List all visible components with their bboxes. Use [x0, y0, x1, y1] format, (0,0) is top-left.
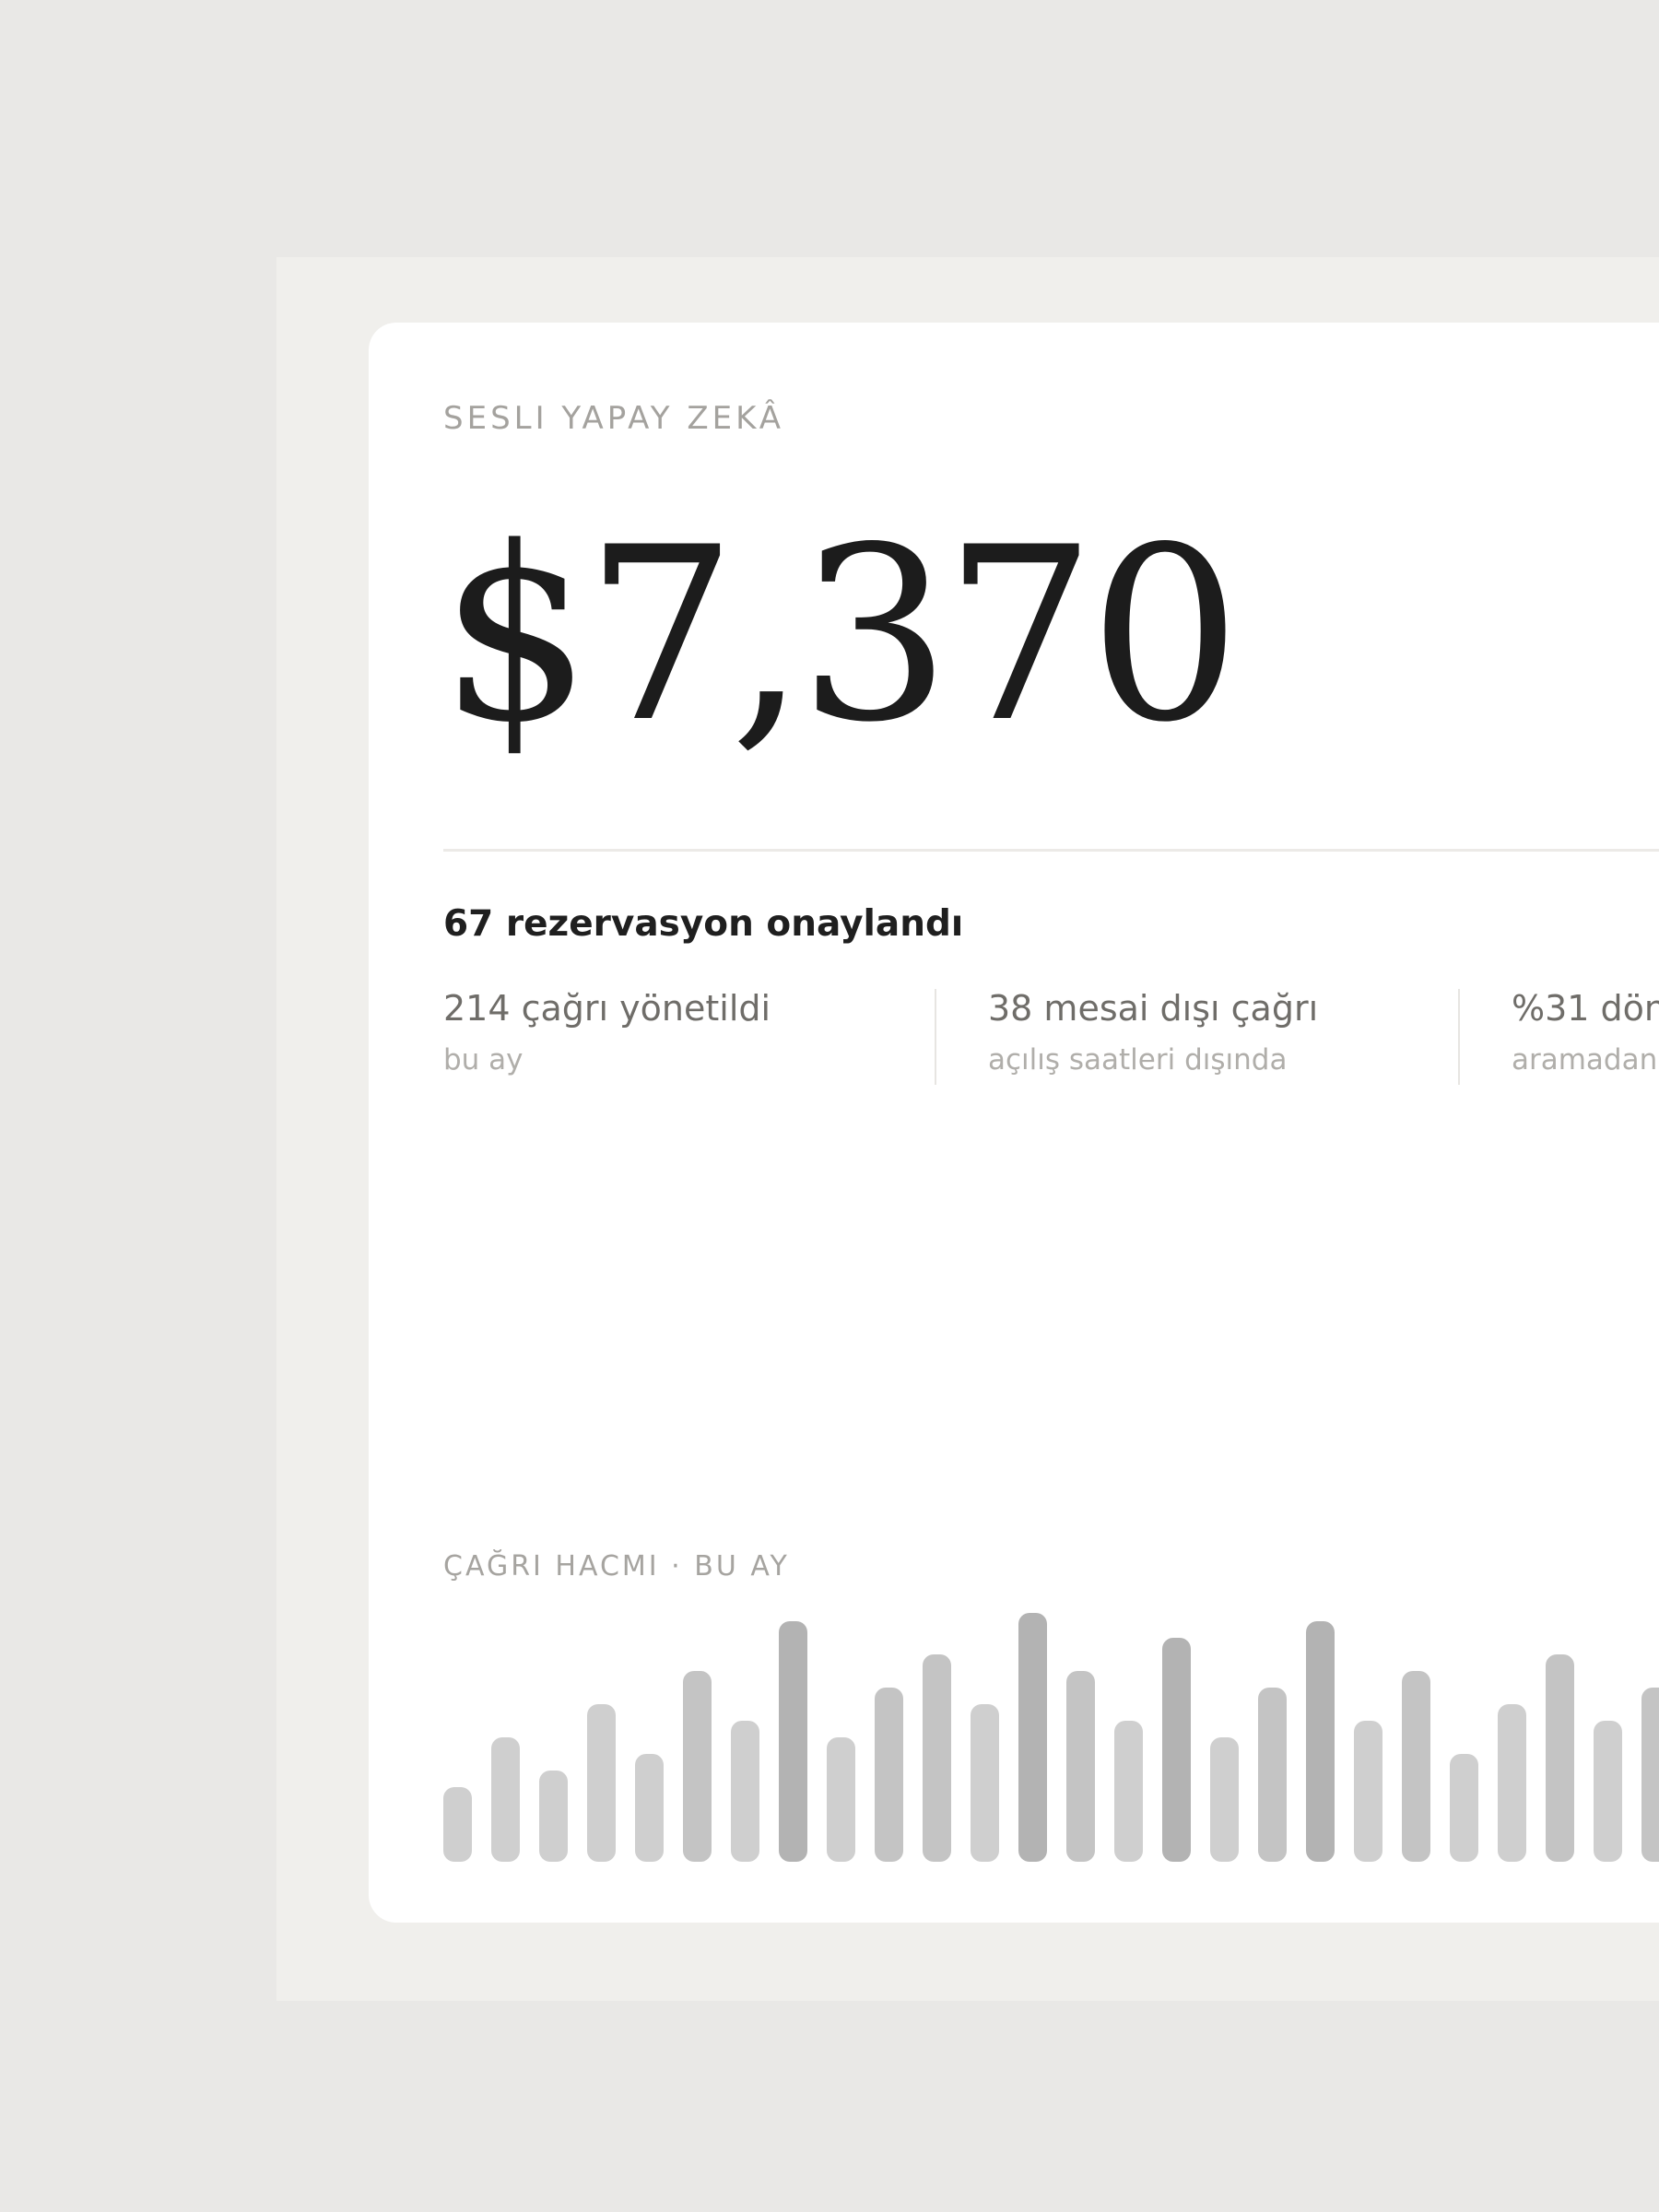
- stat-sub: aramadan rezervasyona: [1512, 1043, 1659, 1077]
- stat-calls-handled: 214 çağrı yönetildi bu ay: [443, 989, 771, 1085]
- chart-bar: [827, 1737, 855, 1862]
- chart-bar: [1210, 1737, 1239, 1862]
- stat-value: 214 çağrı yönetildi: [443, 988, 771, 1029]
- divider: [443, 849, 1659, 852]
- stat-conversion: %31 dönüşüm aramadan rezervasyona: [1458, 989, 1659, 1085]
- chart-bar: [635, 1754, 664, 1862]
- card-eyebrow: SESLI YAPAY ZEKÂ: [443, 400, 785, 437]
- chart-bar: [923, 1654, 951, 1862]
- chart-title: ÇAĞRI HACMI · BU AY: [443, 1550, 790, 1583]
- chart-bar: [1594, 1721, 1622, 1862]
- chart-bar: [683, 1671, 712, 1862]
- stat-sub: bu ay: [443, 1043, 524, 1077]
- stat-value: 38 mesai dışı çağrı: [988, 988, 1319, 1029]
- chart-bar: [1354, 1721, 1382, 1862]
- revenue-amount: $7,370: [440, 497, 1241, 775]
- chart-bar: [875, 1688, 903, 1862]
- chart-bar: [1114, 1721, 1143, 1862]
- chart-bar: [1402, 1671, 1430, 1862]
- chart-bar: [1450, 1754, 1478, 1862]
- chart-bar: [1641, 1688, 1659, 1862]
- chart-bar: [971, 1704, 999, 1862]
- chart-bar: [1162, 1638, 1191, 1862]
- chart-bar: [1018, 1613, 1047, 1862]
- preview-frame: SESLI YAPAY ZEKÂ $7,370 67 rezervasyon o…: [276, 257, 1659, 2001]
- chart-bar: [1066, 1671, 1095, 1862]
- stat-sub: açılış saatleri dışında: [988, 1043, 1288, 1077]
- chart-bar: [539, 1771, 568, 1862]
- stat-value: %31 dönüşüm: [1512, 988, 1659, 1029]
- chart-bar: [1546, 1654, 1574, 1862]
- stat-after-hours-calls: 38 mesai dışı çağrı açılış saatleri dışı…: [935, 989, 1318, 1085]
- chart-bar: [1498, 1704, 1526, 1862]
- call-volume-chart: [443, 1613, 1659, 1862]
- chart-bar: [731, 1721, 759, 1862]
- bookings-headline: 67 rezervasyon onaylandı: [443, 903, 964, 945]
- chart-bar: [587, 1704, 616, 1862]
- chart-bar: [491, 1737, 520, 1862]
- revenue-card: SESLI YAPAY ZEKÂ $7,370 67 rezervasyon o…: [369, 323, 1659, 1923]
- chart-bar: [443, 1787, 472, 1862]
- chart-bar: [1258, 1688, 1287, 1862]
- chart-bar: [779, 1621, 807, 1862]
- chart-bar: [1306, 1621, 1335, 1862]
